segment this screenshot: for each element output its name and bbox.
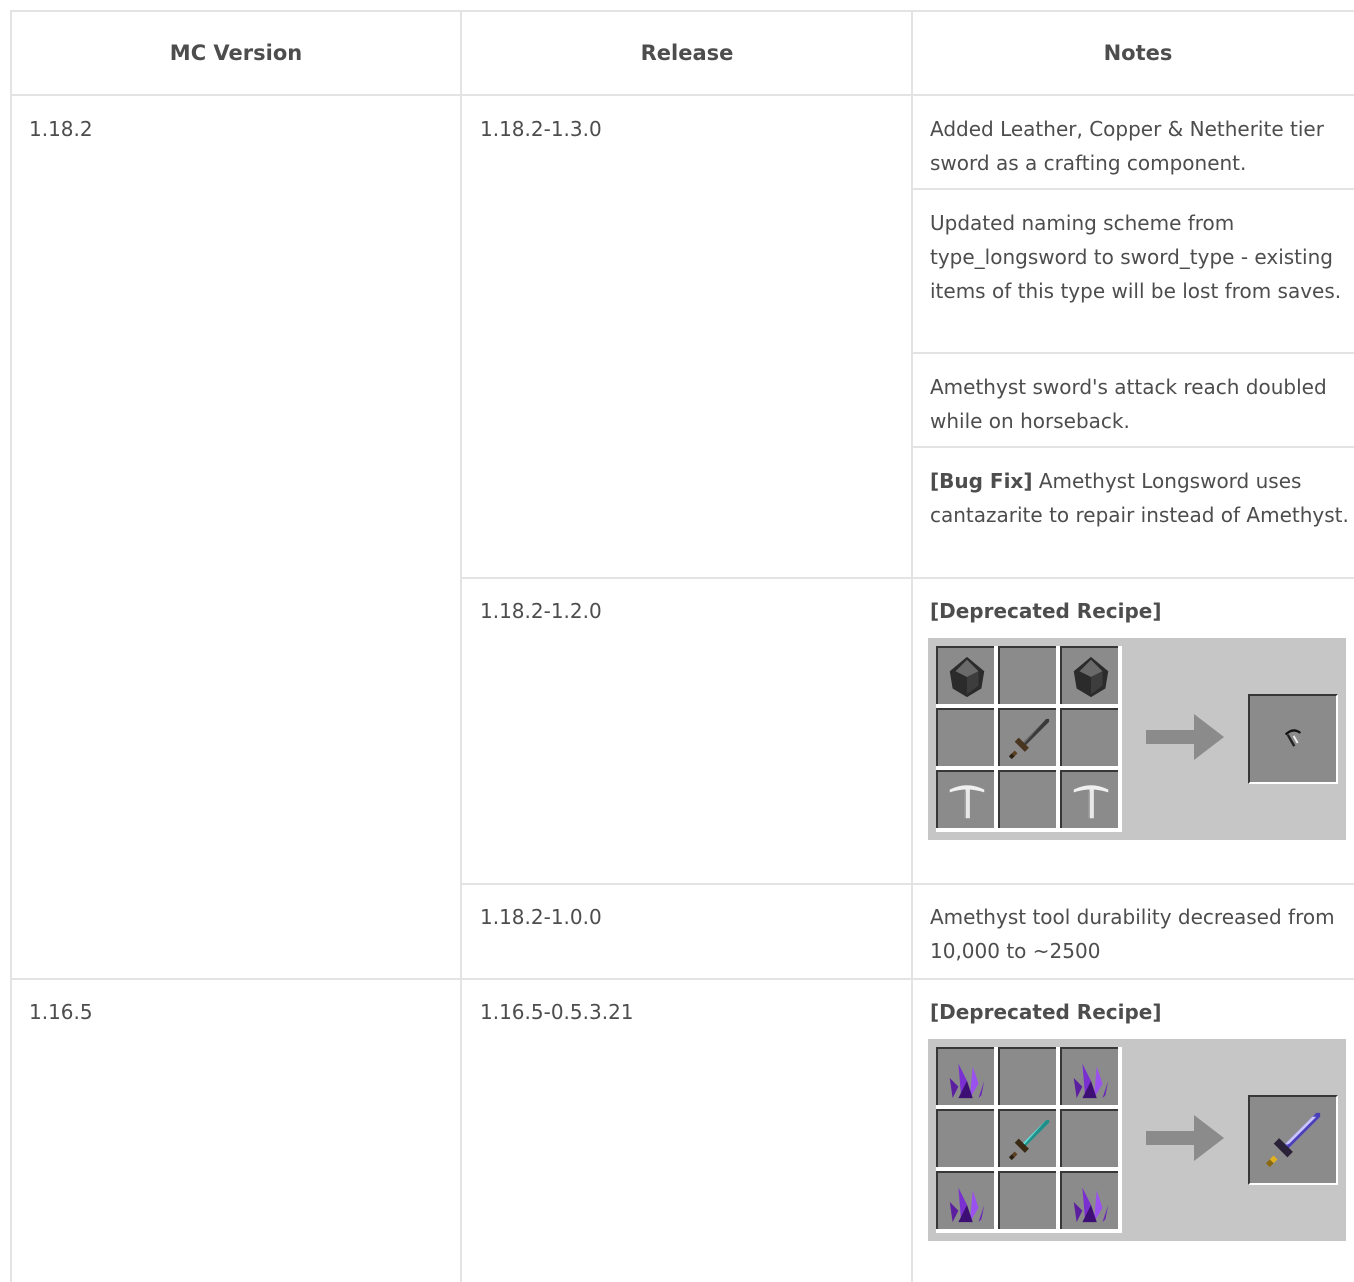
header-notes: Notes <box>1103 41 1173 65</box>
crafting-output-slot <box>1248 1095 1338 1185</box>
deprecated-recipe-tag: [Deprecated Recipe] <box>930 599 1162 623</box>
dark-gem-icon <box>949 656 985 698</box>
small-tool-icon <box>1284 729 1302 747</box>
crafting-slot <box>998 1171 1056 1229</box>
note-item: Amethyst tool durability decreased from … <box>930 905 1335 963</box>
release-divider <box>462 883 1354 885</box>
crafting-slot <box>998 770 1056 828</box>
note-item: Amethyst sword's attack reach doubled wh… <box>930 375 1327 433</box>
header-mc-version: MC Version <box>169 41 303 65</box>
deprecated-recipe-tag: [Deprecated Recipe] <box>930 1000 1162 1024</box>
crafting-recipe <box>928 638 1346 840</box>
mc-version-cell: 1.18.2 <box>29 117 93 141</box>
iron-pickaxe-icon <box>949 785 985 819</box>
crafting-slot <box>1060 708 1118 766</box>
release-cell: 1.18.2-1.2.0 <box>480 599 602 623</box>
amethyst-crystal-icon <box>949 1063 985 1099</box>
crafting-recipe <box>928 1039 1346 1241</box>
column-divider <box>911 10 913 1282</box>
diamond-sword-icon <box>1008 1119 1050 1161</box>
crafting-slot <box>1060 1109 1118 1167</box>
release-cell: 1.18.2-1.3.0 <box>480 117 602 141</box>
release-divider <box>462 577 1354 579</box>
crafting-grid <box>936 646 1122 832</box>
amethyst-crystal-icon <box>1073 1187 1109 1223</box>
crafting-slot <box>1060 770 1118 828</box>
header-release: Release <box>640 41 734 65</box>
crafting-slot <box>936 646 994 704</box>
amethyst-crystal-icon <box>1073 1063 1109 1099</box>
column-divider <box>460 10 462 1282</box>
arrow-right-icon <box>1146 714 1224 760</box>
crafting-slot <box>936 1171 994 1229</box>
crafting-output-slot <box>1248 694 1338 784</box>
crafting-slot <box>936 1047 994 1105</box>
crafting-slot <box>1060 646 1118 704</box>
crafting-slot <box>998 1109 1056 1167</box>
release-cell: 1.18.2-1.0.0 <box>480 905 602 929</box>
crafting-slot <box>936 770 994 828</box>
crafting-grid <box>936 1047 1122 1233</box>
crafting-slot <box>936 708 994 766</box>
crafting-slot <box>936 1109 994 1167</box>
note-item: Added Leather, Copper & Netherite tier s… <box>930 117 1324 175</box>
note-divider <box>913 352 1354 354</box>
amethyst-crystal-icon <box>949 1187 985 1223</box>
crafting-slot <box>998 708 1056 766</box>
amethyst-longsword-icon <box>1265 1112 1321 1168</box>
iron-pickaxe-icon <box>1073 785 1109 819</box>
crafting-slot <box>1060 1171 1118 1229</box>
table-left-border <box>10 10 12 1282</box>
note-divider <box>913 188 1354 190</box>
note-item: [Deprecated Recipe] <box>930 594 1350 628</box>
stone-sword-icon <box>1008 718 1050 760</box>
bug-fix-tag: [Bug Fix] <box>930 469 1033 493</box>
note-item: Updated naming scheme from type_longswor… <box>930 211 1342 303</box>
crafting-slot <box>998 1047 1056 1105</box>
row-divider <box>10 978 1354 980</box>
dark-gem-icon <box>1073 656 1109 698</box>
note-item: [Bug Fix] Amethyst Longsword uses cantaz… <box>930 469 1349 527</box>
note-divider <box>913 446 1354 448</box>
mc-version-cell: 1.16.5 <box>29 1000 93 1024</box>
changelog-table: MC Version Release Notes 1.18.2 1.18.2-1… <box>10 10 1354 1282</box>
crafting-slot <box>998 646 1056 704</box>
note-item: [Deprecated Recipe] <box>930 995 1350 1029</box>
crafting-slot <box>1060 1047 1118 1105</box>
arrow-right-icon <box>1146 1115 1224 1161</box>
release-cell: 1.16.5-0.5.3.21 <box>480 1000 634 1024</box>
